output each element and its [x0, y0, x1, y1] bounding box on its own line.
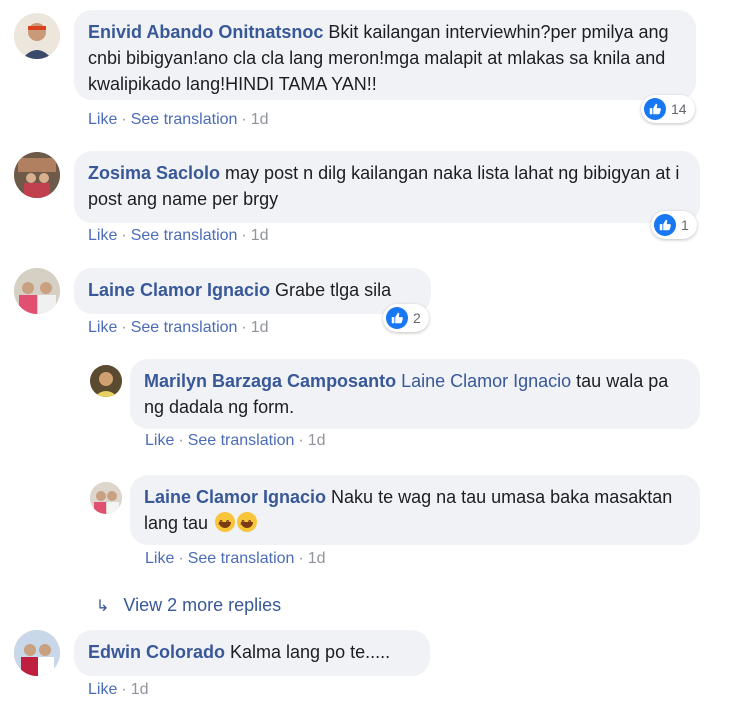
reply-author[interactable]: Marilyn Barzaga Camposanto [144, 371, 396, 391]
like-reaction-icon [654, 214, 676, 236]
laughing-emoji-icon [237, 512, 258, 538]
view-more-replies-label[interactable]: View 2 more replies [123, 595, 281, 615]
comment-text: Grabe tlga sila [275, 280, 392, 300]
like-link[interactable]: Like [88, 319, 117, 336]
view-more-replies-link[interactable]: ↳ View 2 more replies [96, 595, 281, 616]
comment-bubble: Edwin Colorado Kalma lang po te..... [74, 630, 430, 676]
reaction-number: 1 [681, 217, 689, 233]
reaction-number: 2 [413, 310, 421, 326]
mention-link[interactable]: Laine Clamor Ignacio [401, 371, 571, 391]
avatar[interactable] [14, 630, 60, 676]
reply-bubble: Marilyn Barzaga Camposanto Laine Clamor I… [130, 359, 700, 429]
avatar[interactable] [90, 482, 122, 514]
timestamp[interactable]: 1d [251, 111, 269, 128]
like-link[interactable]: Like [145, 432, 174, 449]
see-translation-link[interactable]: See translation [188, 550, 295, 567]
like-link[interactable]: Like [145, 550, 174, 567]
reply-bubble: Laine Clamor Ignacio Naku te wag na tau u… [130, 475, 700, 545]
avatar[interactable] [14, 268, 60, 314]
timestamp[interactable]: 1d [308, 432, 326, 449]
like-link[interactable]: Like [88, 227, 117, 244]
like-link[interactable]: Like [88, 111, 117, 128]
comment-actions: Like · See translation · 1d [88, 111, 269, 128]
reaction-count[interactable]: 1 [651, 211, 697, 239]
comment-author[interactable]: Enivid Abando Onitnatsnoc [88, 22, 323, 42]
reply-author[interactable]: Laine Clamor Ignacio [144, 487, 326, 507]
see-translation-link[interactable]: See translation [131, 111, 238, 128]
avatar[interactable] [14, 13, 60, 59]
laughing-emoji-icon [215, 512, 236, 538]
avatar[interactable] [14, 152, 60, 198]
reply-arrow-icon: ↳ [96, 598, 110, 615]
see-translation-link[interactable]: See translation [131, 319, 238, 336]
reaction-count[interactable]: 14 [641, 95, 695, 123]
comment-bubble: Laine Clamor Ignacio Grabe tlga sila [74, 268, 431, 314]
comment-bubble: Enivid Abando Onitnatsnoc Bkit kailangan … [74, 10, 696, 100]
comment-author[interactable]: Laine Clamor Ignacio [88, 280, 270, 300]
see-translation-link[interactable]: See translation [188, 432, 295, 449]
like-reaction-icon [386, 307, 408, 329]
like-reaction-icon [644, 98, 666, 120]
reply-actions: Like · See translation · 1d [145, 550, 326, 567]
timestamp[interactable]: 1d [251, 227, 269, 244]
timestamp[interactable]: 1d [251, 319, 269, 336]
comment-author[interactable]: Edwin Colorado [88, 642, 225, 662]
comment-actions: Like · 1d [88, 681, 149, 698]
comment-text: Kalma lang po te..... [230, 642, 391, 662]
avatar[interactable] [90, 365, 122, 397]
comment-author[interactable]: Zosima Saclolo [88, 163, 220, 183]
comment-actions: Like · See translation · 1d [88, 319, 269, 336]
timestamp[interactable]: 1d [131, 681, 149, 698]
timestamp[interactable]: 1d [308, 550, 326, 567]
reaction-count[interactable]: 2 [383, 304, 429, 332]
reply-actions: Like · See translation · 1d [145, 432, 326, 449]
comment-actions: Like · See translation · 1d [88, 227, 269, 244]
like-link[interactable]: Like [88, 681, 117, 698]
comment-bubble: Zosima Saclolo may post n dilg kailangan … [74, 151, 700, 223]
see-translation-link[interactable]: See translation [131, 227, 238, 244]
reaction-number: 14 [671, 101, 687, 117]
